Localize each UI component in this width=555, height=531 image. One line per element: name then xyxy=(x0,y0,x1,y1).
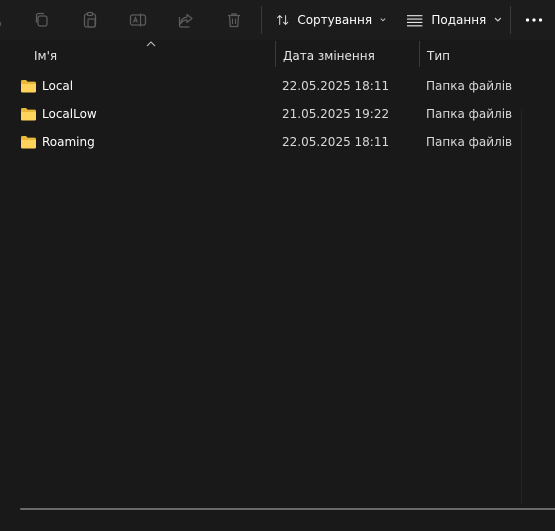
rename-button[interactable] xyxy=(126,8,150,32)
column-header-type[interactable]: Тип xyxy=(420,41,555,71)
more-icon xyxy=(525,18,543,22)
column-guide-line xyxy=(521,109,522,504)
file-row[interactable]: LocalLow 21.05.2025 19:22 Папка файлів xyxy=(12,100,555,128)
paste-icon xyxy=(83,11,97,28)
file-type: Папка файлів xyxy=(426,79,513,93)
rename-icon xyxy=(129,13,147,27)
file-name: Roaming xyxy=(42,135,95,149)
copy-button[interactable] xyxy=(30,8,54,32)
view-button[interactable]: Подання xyxy=(406,8,502,32)
more-options-button[interactable] xyxy=(522,8,546,32)
file-date: 21.05.2025 19:22 xyxy=(282,107,390,121)
delete-button[interactable] xyxy=(222,8,246,32)
file-explorer-window: Сортування Подання Ім'я Дата змінення Ти… xyxy=(0,0,555,531)
delete-icon xyxy=(228,13,240,28)
column-header-date[interactable]: Дата змінення xyxy=(276,41,419,71)
file-row[interactable]: Roaming 22.05.2025 18:11 Папка файлів xyxy=(12,128,555,156)
column-header-row: Ім'я Дата змінення Тип xyxy=(12,41,555,71)
file-list-pane: Ім'я Дата змінення Тип Local 22.05.2025 … xyxy=(12,41,555,531)
share-button[interactable] xyxy=(174,8,198,32)
sort-button[interactable]: Сортування xyxy=(276,8,386,32)
toolbar-separator xyxy=(510,6,511,34)
file-type: Папка файлів xyxy=(426,135,513,149)
file-row[interactable]: Local 22.05.2025 18:11 Папка файлів xyxy=(12,72,555,100)
chevron-down-icon xyxy=(380,18,386,22)
cut-button[interactable] xyxy=(0,8,6,32)
file-date: 22.05.2025 18:11 xyxy=(282,135,390,149)
cut-icon xyxy=(0,21,2,27)
horizontal-scrollbar[interactable] xyxy=(20,508,555,510)
folder-icon xyxy=(21,108,36,121)
copy-icon xyxy=(35,12,48,27)
folder-icon xyxy=(21,136,36,149)
file-type: Папка файлів xyxy=(426,107,513,121)
toolbar-separator xyxy=(261,6,262,34)
column-header-name[interactable]: Ім'я xyxy=(27,41,275,71)
sort-icon xyxy=(276,15,289,25)
folder-icon xyxy=(21,80,36,93)
command-bar: Сортування Подання xyxy=(0,0,555,40)
sort-label: Сортування xyxy=(297,13,373,27)
file-name: Local xyxy=(42,79,74,93)
file-name: LocalLow xyxy=(42,107,97,121)
share-icon xyxy=(178,13,193,28)
view-label: Подання xyxy=(431,13,487,27)
file-date: 22.05.2025 18:11 xyxy=(282,79,390,93)
chevron-down-icon xyxy=(494,17,502,22)
paste-button[interactable] xyxy=(78,8,102,32)
view-icon xyxy=(406,15,423,27)
